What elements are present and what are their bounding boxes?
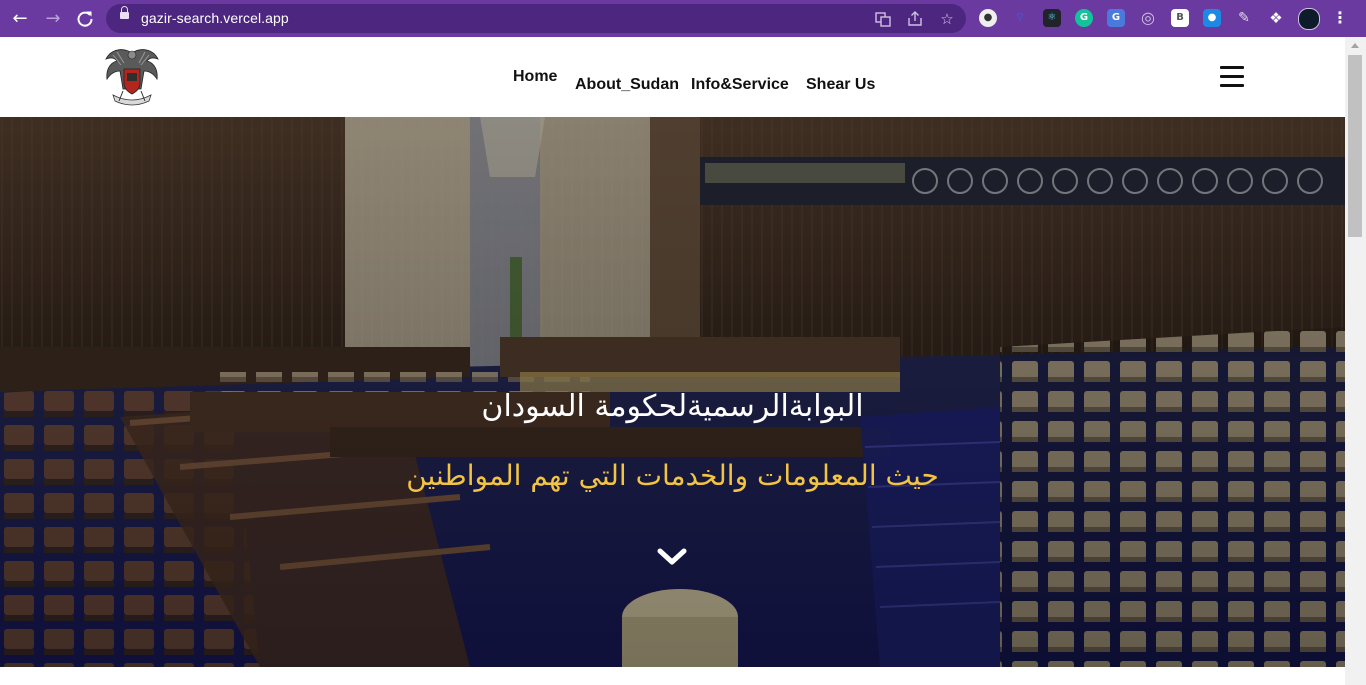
bookmark-star-icon[interactable]: ☆ <box>937 9 957 29</box>
browser-toolbar: ← → gazir-search.vercel.app ☆ ● ⚲ ⚛ G G … <box>0 0 1366 37</box>
translate-ext-icon[interactable]: G <box>1107 9 1125 27</box>
nav-about-sudan-link[interactable]: About_Sudan <box>575 76 679 94</box>
grammarly-icon[interactable]: G <box>1075 9 1093 27</box>
share-glyph <box>908 11 922 26</box>
lock-icon <box>120 6 129 19</box>
hero-section: البوابةالرسميةلحكومة السودان حيث المعلوم… <box>0 117 1345 667</box>
profile-avatar-icon[interactable] <box>1298 8 1320 30</box>
share-icon[interactable] <box>905 9 925 29</box>
nav-info-service-link[interactable]: Info&Service <box>691 76 789 94</box>
hero-title: البوابةالرسميةلحكومة السودان <box>481 389 864 424</box>
hamburger-menu-icon[interactable] <box>1220 66 1244 88</box>
chrome-menu-icon[interactable]: ⋮ <box>1331 9 1349 27</box>
hamburger-line <box>1220 84 1244 87</box>
extension-circle-icon[interactable]: ◎ <box>1139 9 1157 27</box>
translate-icon[interactable] <box>873 9 893 29</box>
reload-glyph <box>77 11 93 27</box>
extension-a-icon[interactable]: ● <box>979 9 997 27</box>
extensions-puzzle-icon[interactable]: ❖ <box>1267 9 1285 27</box>
chevron-down-icon[interactable] <box>656 546 688 568</box>
sudan-emblem-logo[interactable] <box>103 43 161 109</box>
hamburger-line <box>1220 75 1244 78</box>
web-page: Home About_Sudan Info&Service Shear Us ا… <box>0 37 1345 685</box>
extension-b-icon[interactable]: B <box>1171 9 1189 27</box>
nav-share-us-link[interactable]: Shear Us <box>806 76 875 94</box>
scroll-up-arrow-icon[interactable] <box>1351 43 1359 48</box>
extension-search-icon[interactable]: ⚲ <box>1011 9 1029 27</box>
extension-drop-icon[interactable]: ● <box>1203 9 1221 27</box>
react-devtools-icon[interactable]: ⚛ <box>1043 9 1061 27</box>
forward-icon[interactable]: → <box>40 6 66 32</box>
scrollbar-thumb[interactable] <box>1348 55 1362 237</box>
extension-pen-icon[interactable]: ✎ <box>1235 9 1253 27</box>
translate-glyph <box>875 12 891 27</box>
hamburger-line <box>1220 66 1244 69</box>
page-scrollbar[interactable] <box>1345 37 1366 685</box>
address-bar[interactable]: gazir-search.vercel.app ☆ <box>106 4 966 33</box>
reload-icon[interactable] <box>72 6 98 32</box>
back-icon[interactable]: ← <box>7 6 33 32</box>
address-url[interactable]: gazir-search.vercel.app <box>141 10 289 27</box>
page-bottom-strip <box>0 667 1345 685</box>
nav-home-link[interactable]: Home <box>513 68 557 86</box>
site-header: Home About_Sudan Info&Service Shear Us <box>0 37 1345 117</box>
hero-subtitle: حيث المعلومات والخدمات التي تهم المواطني… <box>406 459 939 492</box>
